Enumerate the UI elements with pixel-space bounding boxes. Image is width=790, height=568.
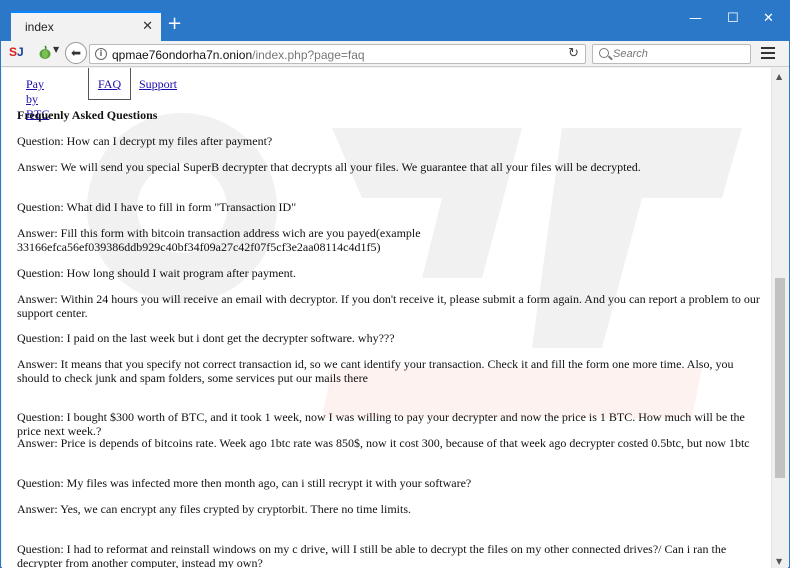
search-input[interactable] [613,46,743,62]
faq-question: Question: How can I decrypt my files aft… [17,134,273,148]
browser-window: index ✕ + — ☐ ✕ SJ ▼ ⬅ i qpmae76ondorha7… [0,0,790,568]
new-tab-button[interactable]: + [167,15,182,33]
back-button[interactable]: ⬅ [65,42,87,64]
reload-icon[interactable]: ↻ [568,46,579,61]
browser-tab[interactable]: index ✕ [11,11,161,41]
faq-question: Question: I paid on the last week but i … [17,331,395,345]
url-text[interactable]: qpmae76ondorha7n.onion/index.php?page=fa… [112,48,365,62]
faq-question: Question: How long should I wait program… [17,266,296,280]
faq-answer: Answer: Within 24 hours you will receive… [17,292,760,320]
extension-logo-icon[interactable]: SJ [9,45,24,59]
faq-answer: Answer: Yes, we can encrypt any files cr… [17,502,412,516]
scroll-thumb[interactable] [775,278,785,478]
navigation-toolbar: SJ ▼ ⬅ i qpmae76ondorha7n.onion/index.ph… [1,41,789,67]
title-bar: index ✕ + — ☐ ✕ [1,1,789,41]
scroll-up-icon[interactable]: ▲ [776,72,782,81]
arrow-left-icon: ⬅ [70,46,82,60]
page-content: Pay by BTC FAQ Support Frequenly Asked Q… [2,68,771,568]
faq-question: Question: I bought $300 worth of BTC, an… [17,410,745,438]
faq-answer: Answer: Price is depends of bitcoins rat… [17,436,750,450]
faq-question: Question: What did I have to fill in for… [17,200,297,214]
pay-by-btc-link[interactable]: Pay by BTC [26,68,49,121]
search-box[interactable] [592,44,751,64]
info-icon[interactable]: i [95,48,107,60]
faq-link[interactable]: FAQ [88,68,132,100]
vertical-scrollbar[interactable]: ▲ ▼ [771,68,788,568]
faq-question: Question: My files was infected more the… [17,476,472,490]
maximize-icon[interactable]: ☐ [727,11,739,26]
support-link[interactable]: Support [139,68,177,100]
close-window-icon[interactable]: ✕ [763,11,774,26]
tor-onion-icon[interactable] [37,44,53,60]
page-title: Frequenly Asked Questions [17,108,158,122]
tab-title: index [25,20,54,34]
url-bar[interactable]: i qpmae76ondorha7n.onion/index.php?page=… [89,44,586,64]
hamburger-menu-icon[interactable] [761,47,775,59]
faq-question: Question: I had to reformat and reinstal… [17,542,727,568]
search-icon [599,48,609,58]
faq-answer: Answer: Fill this form with bitcoin tran… [17,226,421,254]
faq-answer: Answer: It means that you specify not co… [17,357,734,385]
faq-answer: Answer: We will send you special SuperB … [17,160,641,174]
scroll-down-icon[interactable]: ▼ [776,557,782,566]
tab-close-icon[interactable]: ✕ [142,19,153,34]
chevron-down-icon[interactable]: ▼ [53,45,59,54]
minimize-icon[interactable]: — [689,11,702,26]
